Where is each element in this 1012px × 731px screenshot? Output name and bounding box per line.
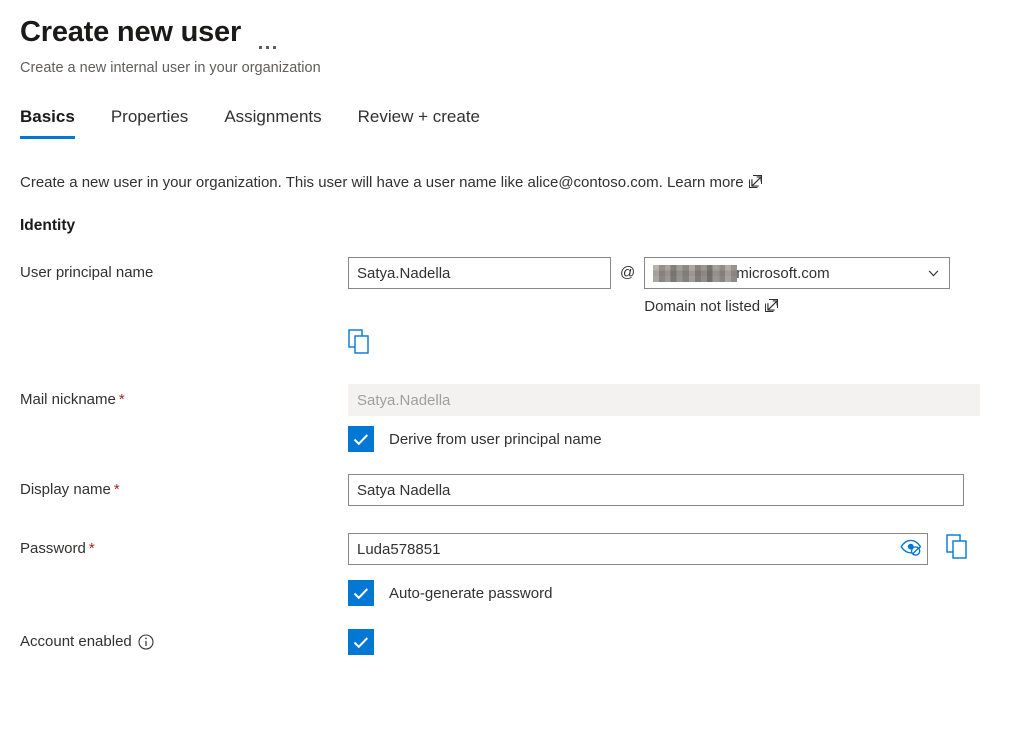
copy-password-button[interactable] <box>946 534 970 563</box>
required-asterisk: * <box>114 481 120 498</box>
learn-more-label: Learn more <box>667 174 744 191</box>
user-principal-name-input[interactable] <box>348 257 611 289</box>
domain-not-listed-label: Domain not listed <box>644 298 760 315</box>
derive-from-upn-row: Derive from user principal name <box>348 426 1012 452</box>
at-symbol: @ <box>620 257 635 289</box>
copy-user-principal-name-button[interactable] <box>348 329 372 358</box>
password-input[interactable] <box>348 533 928 565</box>
account-enabled-label: Account enabled <box>20 632 348 652</box>
learn-more-link[interactable]: Learn more <box>667 174 762 191</box>
required-asterisk: * <box>89 540 95 557</box>
toggle-password-visibility-button[interactable] <box>896 535 926 563</box>
display-name-label-text: Display name <box>20 481 111 498</box>
external-link-icon <box>765 299 778 312</box>
external-link-icon <box>749 175 762 188</box>
page-subtitle: Create a new internal user in your organ… <box>20 58 1012 78</box>
mail-nickname-label-text: Mail nickname <box>20 391 116 408</box>
row-mail-nickname: Mail nickname* Derive from user principa… <box>0 384 1012 452</box>
user-principal-name-label: User principal name <box>20 257 348 283</box>
auto-generate-password-checkbox[interactable] <box>348 580 374 606</box>
chevron-down-icon <box>917 270 949 277</box>
mail-nickname-label: Mail nickname* <box>20 384 348 410</box>
ellipsis-dot <box>273 46 276 49</box>
page-header: Create new user Create a new internal us… <box>0 0 1012 78</box>
user-principal-name-field-group: @ microsoft.com Domain not listed <box>348 257 1012 360</box>
tab-properties[interactable]: Properties <box>93 106 206 139</box>
account-enabled-field-group <box>348 629 1012 655</box>
mail-nickname-input <box>348 384 980 416</box>
tab-assignments[interactable]: Assignments <box>206 106 339 139</box>
tab-bar: Basics Properties Assignments Review + c… <box>0 106 1012 139</box>
password-field-group: Auto-generate password <box>348 533 1012 606</box>
identity-form: User principal name @ microsoft.com Doma… <box>0 257 1012 655</box>
identity-section-heading: Identity <box>0 217 1012 235</box>
row-account-enabled: Account enabled <box>0 629 1012 655</box>
ellipsis-dot <box>266 46 269 49</box>
domain-select[interactable]: microsoft.com <box>644 257 950 289</box>
display-name-label: Display name* <box>20 474 348 500</box>
row-display-name: Display name* <box>0 474 1012 506</box>
redacted-domain-prefix <box>653 265 737 282</box>
copy-icon <box>946 534 970 563</box>
password-input-wrapper <box>348 533 928 565</box>
tab-basics[interactable]: Basics <box>20 106 93 139</box>
mail-nickname-field-group: Derive from user principal name <box>348 384 1012 452</box>
auto-generate-password-label: Auto-generate password <box>389 585 552 602</box>
more-options-button[interactable] <box>255 15 280 49</box>
row-password: Password* <box>0 533 1012 606</box>
required-asterisk: * <box>119 391 125 408</box>
tab-review-create[interactable]: Review + create <box>340 106 498 139</box>
display-name-input[interactable] <box>348 474 964 506</box>
page-title: Create new user <box>20 12 241 52</box>
account-enabled-checkbox[interactable] <box>348 629 374 655</box>
copy-icon <box>348 329 372 358</box>
row-user-principal-name: User principal name @ microsoft.com Doma… <box>0 257 1012 360</box>
domain-suffix-text: microsoft.com <box>736 265 829 282</box>
account-enabled-label-text: Account enabled <box>20 632 132 652</box>
info-icon[interactable] <box>138 634 154 650</box>
ellipsis-dot <box>259 46 262 49</box>
domain-not-listed-link[interactable]: Domain not listed <box>644 297 778 317</box>
domain-select-value: microsoft.com <box>645 265 917 282</box>
derive-from-upn-label: Derive from user principal name <box>389 431 602 448</box>
title-row: Create new user <box>20 12 1012 52</box>
derive-from-upn-checkbox[interactable] <box>348 426 374 452</box>
password-input-line <box>348 533 1012 565</box>
password-label-text: Password <box>20 540 86 557</box>
intro-text: Create a new user in your organization. … <box>20 174 663 191</box>
intro-text-block: Create a new user in your organization. … <box>0 172 1012 193</box>
password-label: Password* <box>20 533 348 559</box>
display-name-field-group <box>348 474 1012 506</box>
eye-off-icon <box>900 539 922 559</box>
auto-generate-password-row: Auto-generate password <box>348 580 1012 606</box>
